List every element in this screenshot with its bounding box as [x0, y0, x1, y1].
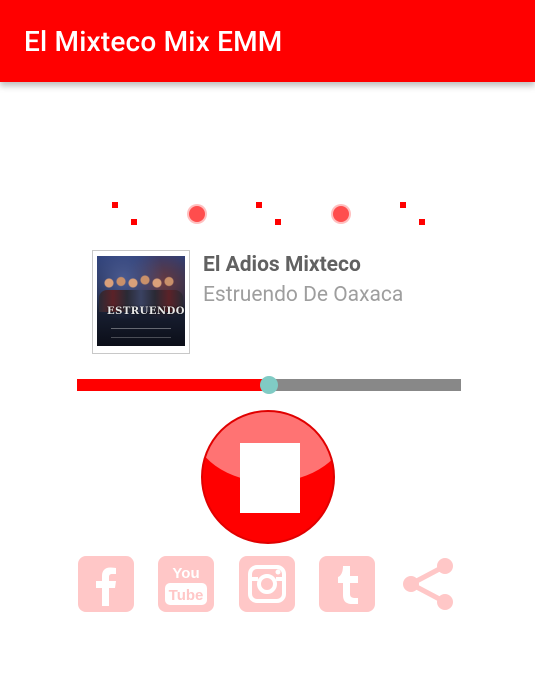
slider-thumb[interactable] [260, 376, 278, 394]
indicator-square [275, 219, 281, 225]
instagram-icon [239, 556, 295, 612]
youtube-label-top: You [172, 565, 199, 582]
indicator-square [131, 219, 137, 225]
track-artist: Estruendo De Oaxaca [203, 283, 404, 307]
app-screen: El Mixteco Mix EMM ESTRUENDO El Adios Mi… [0, 0, 535, 685]
youtube-label-bottom: Tube [169, 587, 204, 604]
instagram-button[interactable] [239, 556, 295, 612]
volume-slider[interactable] [77, 375, 461, 395]
indicator-square [419, 219, 425, 225]
facebook-button[interactable] [78, 556, 134, 612]
album-cover: ESTRUENDO [92, 250, 190, 354]
indicator-square [400, 202, 406, 208]
slider-fill [77, 379, 269, 391]
indicator-square [256, 202, 262, 208]
album-cover-image: ESTRUENDO [97, 256, 185, 346]
share-icon [403, 558, 453, 610]
indicator-dot [189, 206, 205, 222]
app-bar: El Mixteco Mix EMM [0, 0, 535, 82]
indicator-square [112, 202, 118, 208]
track-title: El Adios Mixteco [203, 253, 361, 277]
indicator-dot [333, 206, 349, 222]
stop-button[interactable] [201, 410, 335, 544]
tumblr-icon [319, 556, 375, 612]
loading-indicator [0, 190, 535, 230]
youtube-icon: You Tube [158, 556, 214, 612]
tumblr-button[interactable] [319, 556, 375, 612]
share-button[interactable] [400, 556, 456, 612]
app-title: El Mixteco Mix EMM [24, 25, 283, 58]
youtube-button[interactable]: You Tube [158, 556, 214, 612]
album-cover-logo: ESTRUENDO [107, 306, 185, 317]
facebook-icon [78, 556, 134, 612]
stop-icon [240, 443, 300, 513]
